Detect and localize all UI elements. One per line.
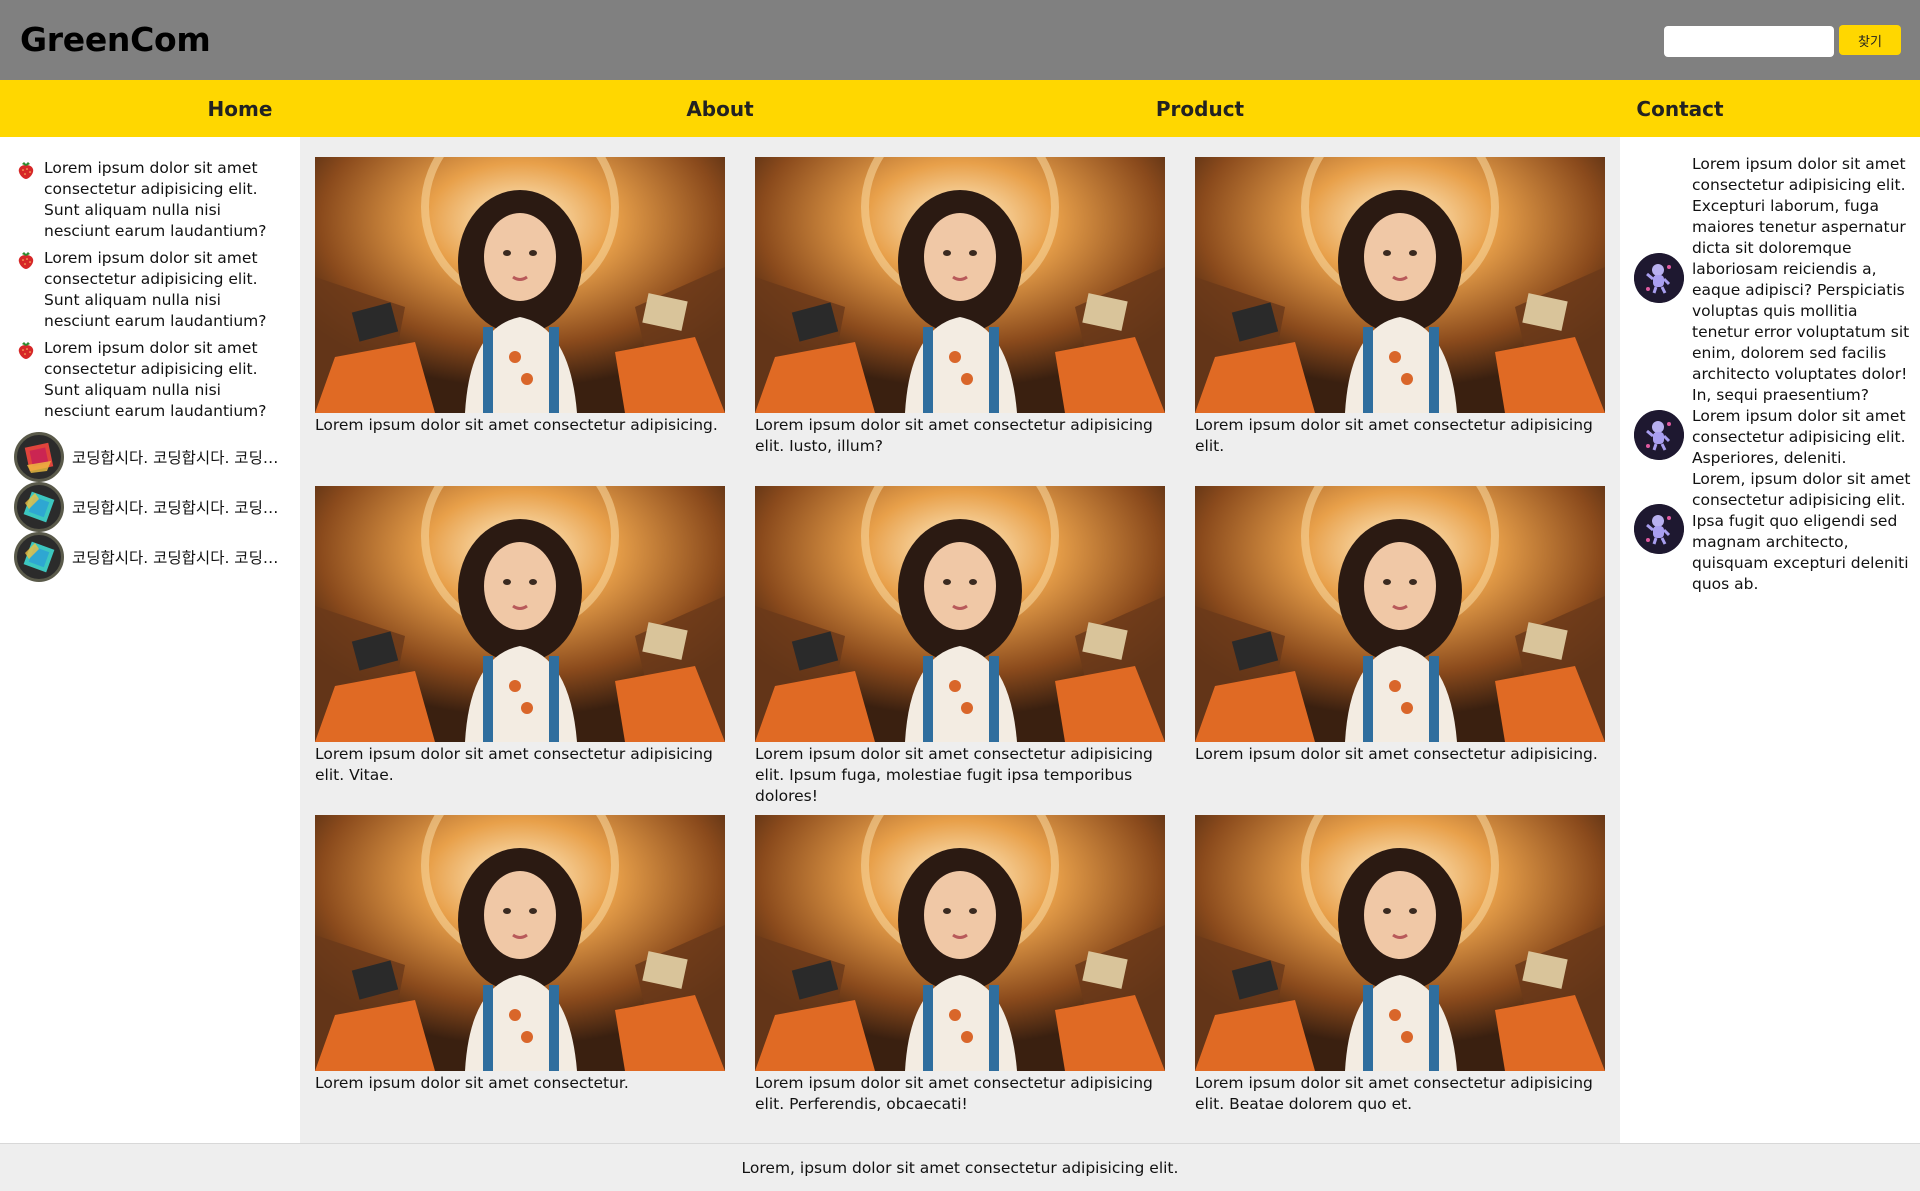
avatar <box>14 482 64 532</box>
card-image[interactable] <box>755 157 1165 413</box>
card-image[interactable] <box>315 486 725 742</box>
left-sidebar: Lorem ipsum dolor sit amet consectetur a… <box>0 137 300 1143</box>
avatar-text: 코딩합시다. 코딩합시다. 코딩합시다. <box>72 449 280 467</box>
card-image[interactable] <box>1195 815 1605 1071</box>
avatar <box>1634 504 1684 554</box>
avatar-row: 코딩합시다. 코딩합시다. 코딩합시다. <box>14 532 294 582</box>
card-image[interactable] <box>315 157 725 413</box>
strawberry-icon <box>18 252 34 269</box>
right-paragraph: Lorem ipsum dolor sit amet consectetur a… <box>1692 155 1910 404</box>
cube-icon <box>24 442 54 473</box>
right-avatar-item <box>1634 253 1684 303</box>
card-caption: Lorem ipsum dolor sit amet consectetur a… <box>1195 1074 1593 1113</box>
astronaut-icon <box>1634 410 1684 460</box>
list-item: Lorem ipsum dolor sit amet consectetur a… <box>16 248 286 332</box>
right-paragraph: Lorem ipsum dolor sit amet consectetur a… <box>1692 407 1906 467</box>
nav-item-home[interactable]: Home <box>0 80 480 137</box>
main-content: Lorem ipsum dolor sit amet consectetur a… <box>300 137 1620 1143</box>
card: Lorem ipsum dolor sit amet consectetur a… <box>755 815 1165 1144</box>
list-item: Lorem ipsum dolor sit amet consectetur a… <box>16 338 286 422</box>
cube-icon <box>23 491 55 523</box>
avatar <box>14 432 64 482</box>
card-image[interactable] <box>755 815 1165 1071</box>
strawberry-icon <box>18 162 34 179</box>
card: Lorem ipsum dolor sit amet consectetur a… <box>1195 157 1605 486</box>
main-nav: Home About Product Contact <box>0 80 1920 137</box>
avatar <box>1634 410 1684 460</box>
card-caption: Lorem ipsum dolor sit amet consectetur a… <box>315 416 718 434</box>
right-avatar-item <box>1634 410 1684 460</box>
card: Lorem ipsum dolor sit amet consectetur a… <box>315 486 725 815</box>
card-image[interactable] <box>1195 486 1605 742</box>
list-item-text: Lorem ipsum dolor sit amet consectetur a… <box>44 339 267 420</box>
list-item-text: Lorem ipsum dolor sit amet consectetur a… <box>44 249 267 330</box>
card: Lorem ipsum dolor sit amet consectetur a… <box>755 157 1165 486</box>
cube-icon <box>23 541 55 573</box>
nav-item-product[interactable]: Product <box>960 80 1440 137</box>
astronaut-icon <box>1634 504 1684 554</box>
card-caption: Lorem ipsum dolor sit amet consectetur a… <box>1195 416 1593 455</box>
right-paragraph: Lorem, ipsum dolor sit amet consectetur … <box>1692 470 1911 593</box>
card-image[interactable] <box>755 486 1165 742</box>
site-logo[interactable]: GreenCom <box>20 20 211 59</box>
avatar-row: 코딩합시다. 코딩합시다. 코딩합시다. <box>14 432 294 482</box>
list-item-text: Lorem ipsum dolor sit amet consectetur a… <box>44 159 267 240</box>
right-text-block: Lorem ipsum dolor sit amet consectetur a… <box>1692 154 1914 595</box>
avatar-list: 코딩합시다. 코딩합시다. 코딩합시다. 코딩합시다. 코딩합시다. 코딩합시다… <box>14 432 294 582</box>
card: Lorem ipsum dolor sit amet consectetur a… <box>315 157 725 486</box>
nav-item-about[interactable]: About <box>480 80 960 137</box>
card-caption: Lorem ipsum dolor sit amet consectetur a… <box>315 745 713 784</box>
card-image[interactable] <box>1195 157 1605 413</box>
search-button[interactable]: 찾기 <box>1839 25 1901 55</box>
card: Lorem ipsum dolor sit amet consectetur a… <box>1195 815 1605 1144</box>
avatar-text: 코딩합시다. 코딩합시다. 코딩합시다. <box>72 499 280 517</box>
nav-item-contact[interactable]: Contact <box>1440 80 1920 137</box>
card-caption: Lorem ipsum dolor sit amet consectetur a… <box>1195 745 1598 763</box>
list-item: Lorem ipsum dolor sit amet consectetur a… <box>16 158 286 242</box>
avatar-text: 코딩합시다. 코딩합시다. 코딩합시다. <box>72 549 280 567</box>
card-caption: Lorem ipsum dolor sit amet consectetur a… <box>755 745 1153 805</box>
card: Lorem ipsum dolor sit amet consectetur a… <box>1195 486 1605 815</box>
card-caption: Lorem ipsum dolor sit amet consectetur a… <box>755 1074 1153 1113</box>
search-input[interactable] <box>1664 26 1834 57</box>
avatar <box>1634 253 1684 303</box>
astronaut-icon <box>1634 253 1684 303</box>
avatar-row: 코딩합시다. 코딩합시다. 코딩합시다. <box>14 482 294 532</box>
card-caption: Lorem ipsum dolor sit amet consectetur a… <box>755 416 1153 455</box>
card: Lorem ipsum dolor sit amet consectetur a… <box>755 486 1165 815</box>
card: Lorem ipsum dolor sit amet consectetur. <box>315 815 725 1144</box>
card-caption: Lorem ipsum dolor sit amet consectetur. <box>315 1074 629 1092</box>
right-avatar-item <box>1634 504 1684 554</box>
card-grid: Lorem ipsum dolor sit amet consectetur a… <box>315 157 1605 1144</box>
left-list: Lorem ipsum dolor sit amet consectetur a… <box>16 158 286 422</box>
footer: Lorem, ipsum dolor sit amet consectetur … <box>0 1143 1920 1191</box>
header: GreenCom 찾기 <box>0 0 1920 80</box>
card-image[interactable] <box>315 815 725 1071</box>
strawberry-icon <box>18 342 34 359</box>
footer-text: Lorem, ipsum dolor sit amet consectetur … <box>741 1158 1179 1177</box>
right-sidebar: Lorem ipsum dolor sit amet consectetur a… <box>1620 137 1920 1143</box>
avatar <box>14 532 64 582</box>
